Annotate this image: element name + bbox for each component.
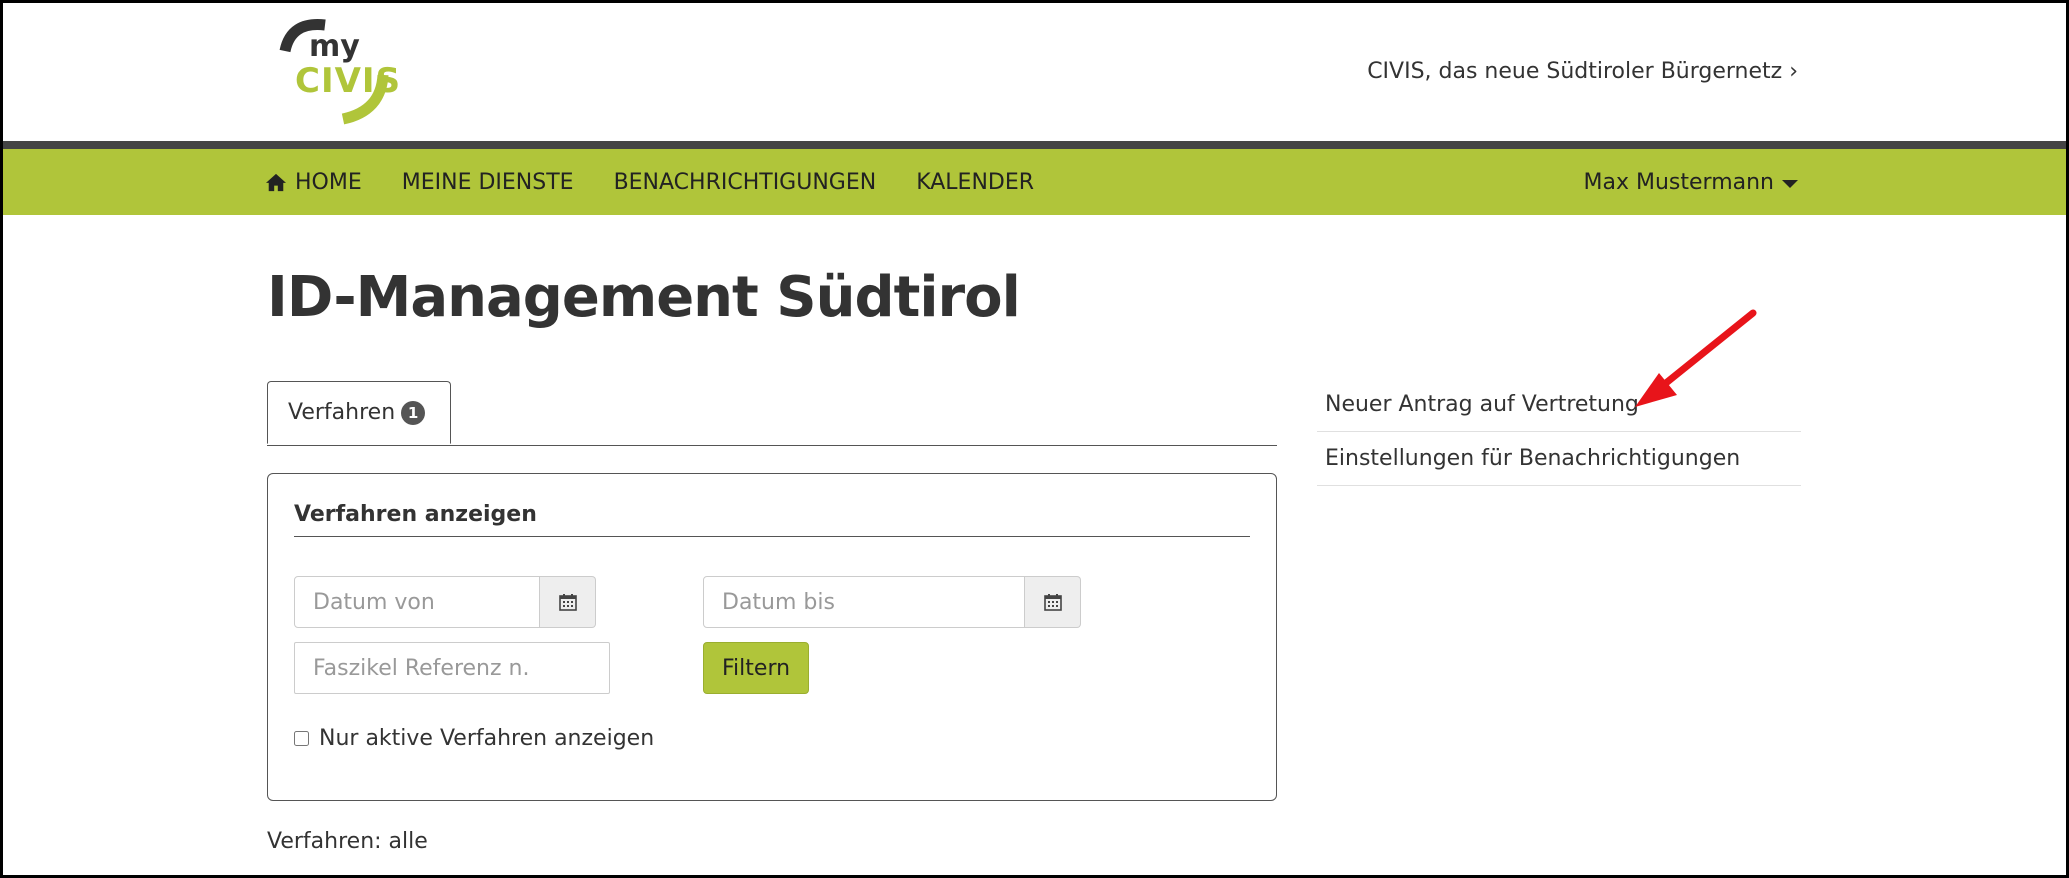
main-navbar: HOME MEINE DIENSTE BENACHRICHTIGUNGEN KA…: [3, 141, 2066, 215]
filter-button[interactable]: Filtern: [703, 642, 810, 694]
active-only-checkbox[interactable]: [294, 731, 309, 746]
civis-portal-link[interactable]: CIVIS, das neue Südtiroler Bürgernetz ›: [1367, 59, 1798, 84]
filter-panel-title: Verfahren anzeigen: [294, 502, 537, 527]
date-to-group: [703, 576, 1081, 628]
filter-panel: Verfahren anzeigen Datum von Datum bis F…: [267, 473, 1277, 801]
page-title: ID-Management Südtirol: [267, 265, 1021, 330]
active-only-label: Nur aktive Verfahren anzeigen: [319, 726, 655, 751]
date-from-input[interactable]: [294, 576, 540, 628]
date-from-calendar-button[interactable]: [540, 576, 596, 628]
mycivis-logo[interactable]: my CIVIS: [263, 11, 423, 131]
date-to-calendar-button[interactable]: [1025, 576, 1081, 628]
red-arrow-annotation: [1635, 309, 1757, 407]
user-name: Max Mustermann: [1583, 169, 1774, 195]
nav-meine-dienste[interactable]: MEINE DIENSTE: [402, 170, 574, 195]
nav-meine-dienste-label: MEINE DIENSTE: [401, 169, 574, 195]
nav-kalender-label: KALENDER: [916, 169, 1035, 195]
reference-input[interactable]: [294, 642, 610, 694]
nav-items: HOME MEINE DIENSTE BENACHRICHTIGUNGEN KA…: [265, 149, 1074, 215]
header: my CIVIS CIVIS, das neue Südtiroler Bürg…: [3, 3, 2066, 141]
user-menu[interactable]: Max Mustermann: [1584, 149, 1798, 215]
calendar-icon: [1043, 594, 1062, 611]
tab-verfahren[interactable]: Verfahren 1: [267, 381, 451, 444]
nav-home-label: HOME: [295, 169, 362, 195]
tab-bar: Verfahren 1: [267, 381, 1277, 446]
nav-benachrichtigungen[interactable]: BENACHRICHTIGUNGEN: [614, 170, 877, 195]
tab-verfahren-label: Verfahren: [288, 400, 396, 425]
active-only-option[interactable]: Nur aktive Verfahren anzeigen: [294, 726, 654, 751]
nav-home[interactable]: HOME: [265, 170, 362, 195]
procedures-summary: Verfahren: alle: [267, 829, 428, 854]
screenshot-frame: my CIVIS CIVIS, das neue Südtiroler Bürg…: [0, 0, 2069, 878]
logo-text-civis: CIVIS: [295, 61, 402, 101]
logo-text-my: my: [309, 29, 360, 64]
date-to-input[interactable]: [703, 576, 1025, 628]
nav-kalender[interactable]: KALENDER: [916, 170, 1034, 195]
calendar-icon: [558, 594, 577, 611]
notification-settings-link[interactable]: Einstellungen für Benachrichtigungen: [1317, 432, 1801, 486]
divider: [294, 536, 1250, 537]
page: my CIVIS CIVIS, das neue Südtiroler Bürg…: [3, 3, 2066, 875]
date-from-group: [294, 576, 596, 628]
home-icon: [266, 173, 286, 192]
caret-down-icon: [1782, 180, 1798, 188]
nav-benachrichtigungen-label: BENACHRICHTIGUNGEN: [613, 169, 877, 195]
count-badge: 1: [401, 400, 426, 425]
